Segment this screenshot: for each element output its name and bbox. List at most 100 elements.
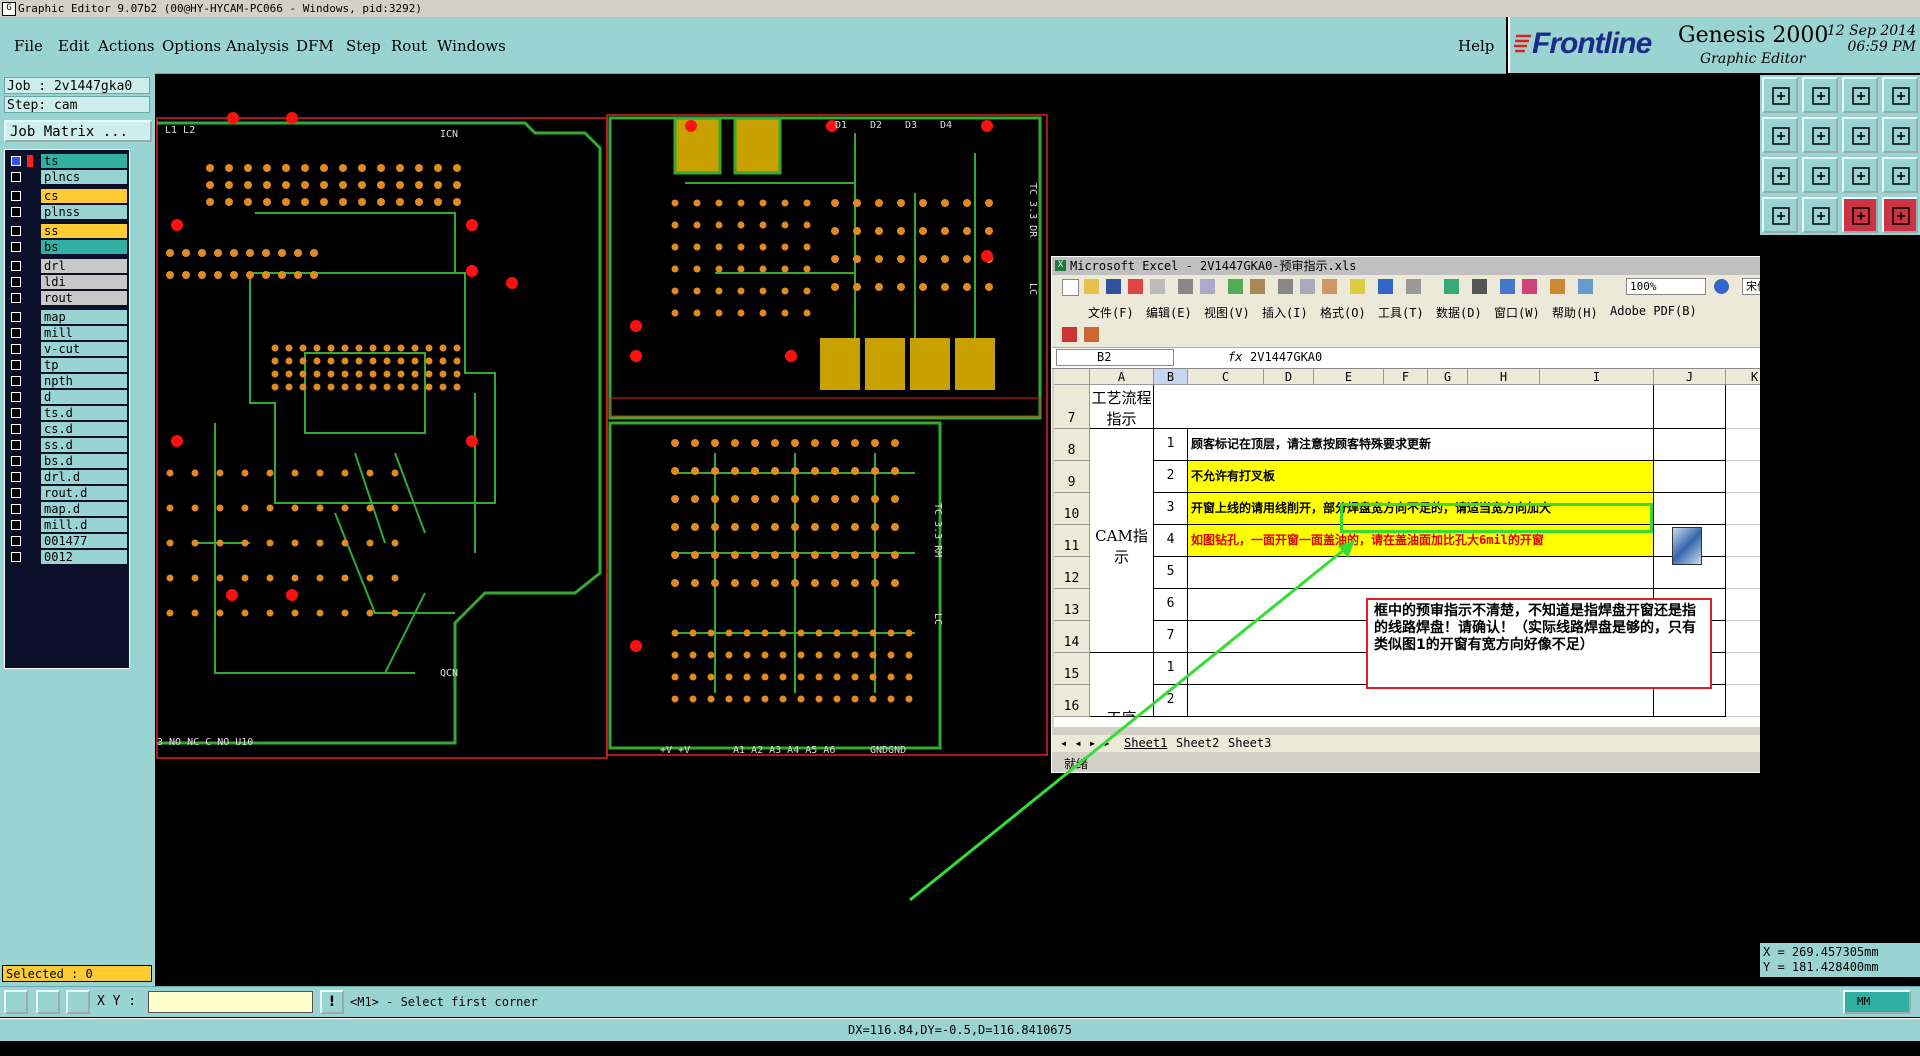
format-painter-icon[interactable] [1350,279,1365,294]
layer-row[interactable]: bs.d [7,454,127,468]
measure-icon[interactable] [36,990,60,1014]
layer-checkbox[interactable] [11,156,21,166]
column-header[interactable]: I [1540,369,1654,385]
paste-icon[interactable] [1322,279,1337,294]
menu-help[interactable]: Help [1458,37,1494,55]
query-icon[interactable] [1882,157,1918,193]
layer-row[interactable]: bs [7,240,127,254]
highlight-mode-icon[interactable] [1882,197,1918,233]
layer-row[interactable]: v-cut [7,342,127,356]
zoom-area-icon[interactable] [4,990,28,1014]
layer-row[interactable]: ss.d [7,438,127,452]
zoom-select[interactable]: 100% [1626,278,1706,295]
snap-icon[interactable] [1762,197,1798,233]
email-icon[interactable] [1150,279,1165,294]
layer-checkbox[interactable] [11,536,21,546]
empty-cell[interactable] [1654,493,1726,525]
help-icon[interactable] [1714,279,1729,294]
name-box[interactable]: B2 [1056,349,1174,366]
column-header[interactable]: G [1428,369,1468,385]
layer-row[interactable]: 0012 [7,550,127,564]
layer-checkbox[interactable] [11,376,21,386]
step-number-cell[interactable]: 1 [1154,429,1188,461]
layer-checkbox[interactable] [11,312,21,322]
redo-icon[interactable] [1406,279,1421,294]
layer-checkbox[interactable] [11,488,21,498]
empty-cell[interactable] [1654,385,1726,429]
layer-row[interactable]: tp [7,358,127,372]
menu-actions[interactable]: Actions [98,37,154,55]
copy-icon[interactable] [1300,279,1315,294]
research-icon[interactable] [1250,279,1265,294]
excel-menu-help[interactable]: 帮助(H) [1552,304,1598,321]
empty-cell[interactable] [1654,685,1726,717]
layer-checkbox[interactable] [11,360,21,370]
layer-checkbox[interactable] [11,226,21,236]
column-header[interactable]: B [1154,369,1188,385]
menu-step[interactable]: Step [346,37,381,55]
undo-icon[interactable] [1378,279,1393,294]
layer-row[interactable]: d [7,390,127,404]
layer-row[interactable]: plnss [7,205,127,219]
alert-icon[interactable]: ! [320,990,344,1014]
sort-descending-icon[interactable] [1522,279,1537,294]
scale-icon[interactable] [1842,157,1878,193]
layer-row[interactable]: map.d [7,502,127,516]
row-header[interactable]: 9 [1054,461,1090,493]
pan-right-icon[interactable] [1802,117,1838,153]
menu-file[interactable]: File [14,37,43,55]
excel-menu-insert[interactable]: 插入(I) [1262,304,1308,321]
layer-checkbox[interactable] [11,504,21,514]
layer-checkbox[interactable] [11,172,21,182]
row-header[interactable]: 7 [1054,385,1090,429]
zoom-fit-icon[interactable] [1762,157,1798,193]
excel-menu-tools[interactable]: 工具(T) [1378,304,1424,321]
layer-row[interactable]: drl.d [7,470,127,484]
layer-row[interactable]: ts.d [7,406,127,420]
sort-ascending-icon[interactable] [1500,279,1515,294]
process-header-cell[interactable]: 工艺流程指示 [1090,385,1154,429]
formula-input[interactable]: 2V1447GKA0 [1250,350,1322,364]
excel-menu-format[interactable]: 格式(O) [1320,304,1366,321]
column-header[interactable]: H [1468,369,1540,385]
excel-menu-file[interactable]: 文件(F) [1088,304,1134,321]
layer-row[interactable]: plncs [7,170,127,184]
layer-row[interactable]: cs [7,189,127,203]
layer-checkbox[interactable] [11,191,21,201]
autosum-icon[interactable] [1472,279,1487,294]
layer-checkbox[interactable] [11,242,21,252]
menu-windows[interactable]: Windows [437,37,506,55]
menu-analysis[interactable]: Analysis [226,37,289,55]
layer-row[interactable]: ldi [7,275,127,289]
menu-options[interactable]: Options [162,37,221,55]
excel-menu-data[interactable]: 数据(D) [1436,304,1482,321]
spelling-icon[interactable] [1228,279,1243,294]
new-icon[interactable] [1062,279,1079,296]
column-header[interactable]: J [1654,369,1726,385]
excel-menu-adobe-pdf[interactable]: Adobe PDF(B) [1610,304,1697,318]
hyperlink-icon[interactable] [1444,279,1459,294]
chart-wizard-icon[interactable] [1550,279,1565,294]
layer-checkbox[interactable] [11,440,21,450]
row-header[interactable]: 8 [1054,429,1090,461]
save-icon[interactable] [1106,279,1121,294]
empty-cell[interactable] [1654,461,1726,493]
permission-icon[interactable] [1128,279,1143,294]
xy-input[interactable] [148,991,313,1013]
layer-checkbox[interactable] [11,293,21,303]
column-header[interactable]: E [1314,369,1384,385]
pdf-email-icon[interactable] [1084,327,1099,342]
select-all-corner[interactable] [1054,369,1090,385]
column-header[interactable]: D [1264,369,1314,385]
menu-edit[interactable]: Edit [58,37,89,55]
instruction-cell[interactable]: 顾客标记在顶层，请注意按顾客特殊要求更新 [1188,429,1654,461]
home-icon[interactable] [1842,77,1878,113]
cut-icon[interactable] [1278,279,1293,294]
layer-row[interactable]: drl [7,259,127,273]
home-down-icon[interactable] [1802,77,1838,113]
empty-cell[interactable] [1654,429,1726,461]
display-mode-icon[interactable] [1842,197,1878,233]
layer-checkbox[interactable] [11,328,21,338]
layer-row[interactable]: npth [7,374,127,388]
grid-icon[interactable] [66,990,90,1014]
